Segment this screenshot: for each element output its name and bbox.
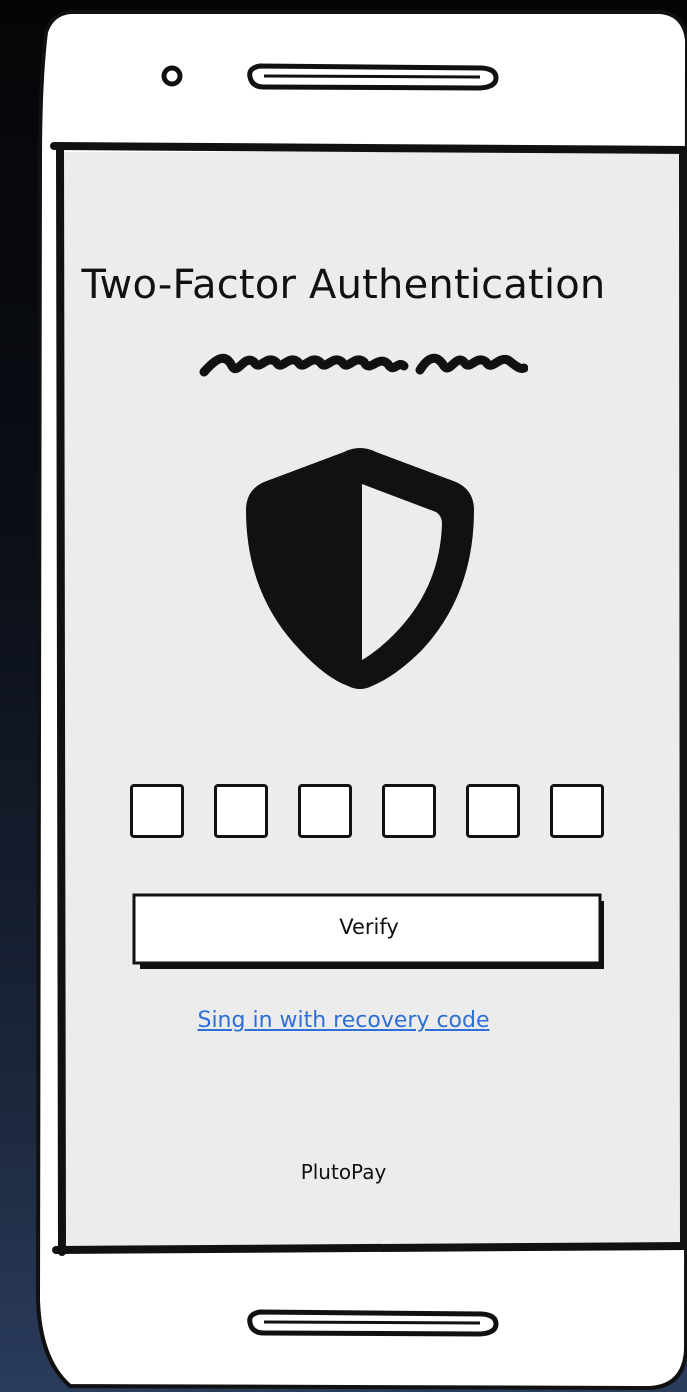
code-digit-5[interactable] [466,784,520,838]
code-digit-1[interactable] [130,784,184,838]
code-digit-2[interactable] [214,784,268,838]
code-digit-6[interactable] [550,784,604,838]
verification-code-inputs [130,784,608,844]
redacted-subtitle-scribble [199,353,528,377]
verify-button[interactable]: Verify [132,893,606,971]
shield-half-icon [246,448,474,689]
verify-button-label: Verify [339,915,399,939]
code-digit-4[interactable] [382,784,436,838]
home-bar-icon [247,1309,499,1337]
camera-dot-icon [161,65,183,87]
page-title: Two-Factor Authentication [81,262,606,308]
brand-name: PlutoPay [300,1160,387,1184]
earpiece-speaker-icon [247,63,499,91]
recovery-code-link[interactable]: Sing in with recovery code [0,1008,687,1033]
code-digit-3[interactable] [298,784,352,838]
